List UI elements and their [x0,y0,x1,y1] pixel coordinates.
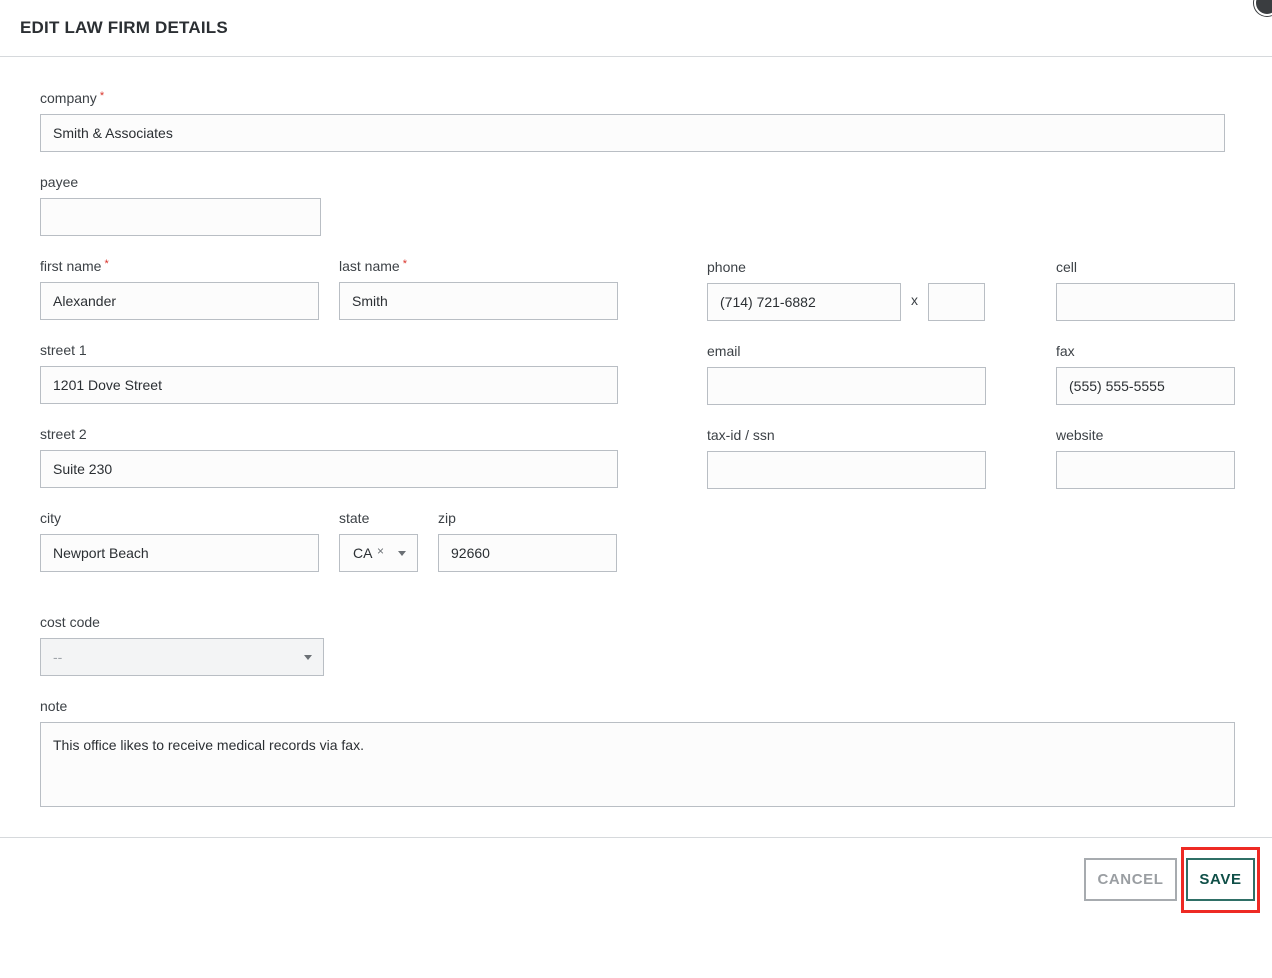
fax-input[interactable]: (555) 555-5555 [1056,367,1235,405]
website-input[interactable] [1056,451,1235,489]
zip-label: zip [438,510,456,526]
state-value: CA [353,545,373,561]
phone-ext-separator: x [911,292,918,308]
dialog-title: EDIT LAW FIRM DETAILS [20,18,228,37]
cost-code-select[interactable]: -- [40,638,324,676]
company-label: company * [40,90,105,106]
payee-label: payee [40,174,79,190]
note-textarea[interactable]: This office likes to receive medical rec… [40,722,1235,807]
payee-input[interactable] [40,198,321,236]
street1-input[interactable]: 1201 Dove Street [40,366,618,404]
city-label: city [40,510,61,526]
cost-code-value: -- [53,649,63,665]
phone-ext-input[interactable] [928,283,985,321]
tax-id-input[interactable] [707,451,986,489]
street1-label: street 1 [40,342,87,358]
phone-input[interactable]: (714) 721-6882 [707,283,901,321]
first-name-label: first name * [40,258,109,274]
chevron-down-icon[interactable] [304,655,312,660]
note-label: note [40,698,68,714]
save-highlight-box [1181,847,1260,913]
email-label: email [707,343,741,359]
city-input[interactable]: Newport Beach [40,534,319,572]
zip-input[interactable]: 92660 [438,534,617,572]
chevron-down-icon[interactable] [398,551,406,556]
cost-code-label: cost code [40,614,100,630]
cell-label: cell [1056,259,1078,275]
email-input[interactable] [707,367,986,405]
tax-id-label: tax-id / ssn [707,427,775,443]
dialog-header: EDIT LAW FIRM DETAILS [0,0,1272,57]
cell-input[interactable] [1056,283,1235,321]
company-input[interactable]: Smith & Associates [40,114,1225,152]
first-name-input[interactable]: Alexander [40,282,319,320]
cancel-button[interactable]: CANCEL [1084,858,1177,901]
last-name-input[interactable]: Smith [339,282,618,320]
street2-input[interactable]: Suite 230 [40,450,618,488]
state-clear-icon[interactable]: × [377,544,384,558]
website-label: website [1056,427,1104,443]
street2-label: street 2 [40,426,87,442]
footer-divider [0,837,1272,838]
fax-label: fax [1056,343,1075,359]
last-name-label: last name * [339,258,407,274]
state-label: state [339,510,370,526]
phone-label: phone [707,259,746,275]
